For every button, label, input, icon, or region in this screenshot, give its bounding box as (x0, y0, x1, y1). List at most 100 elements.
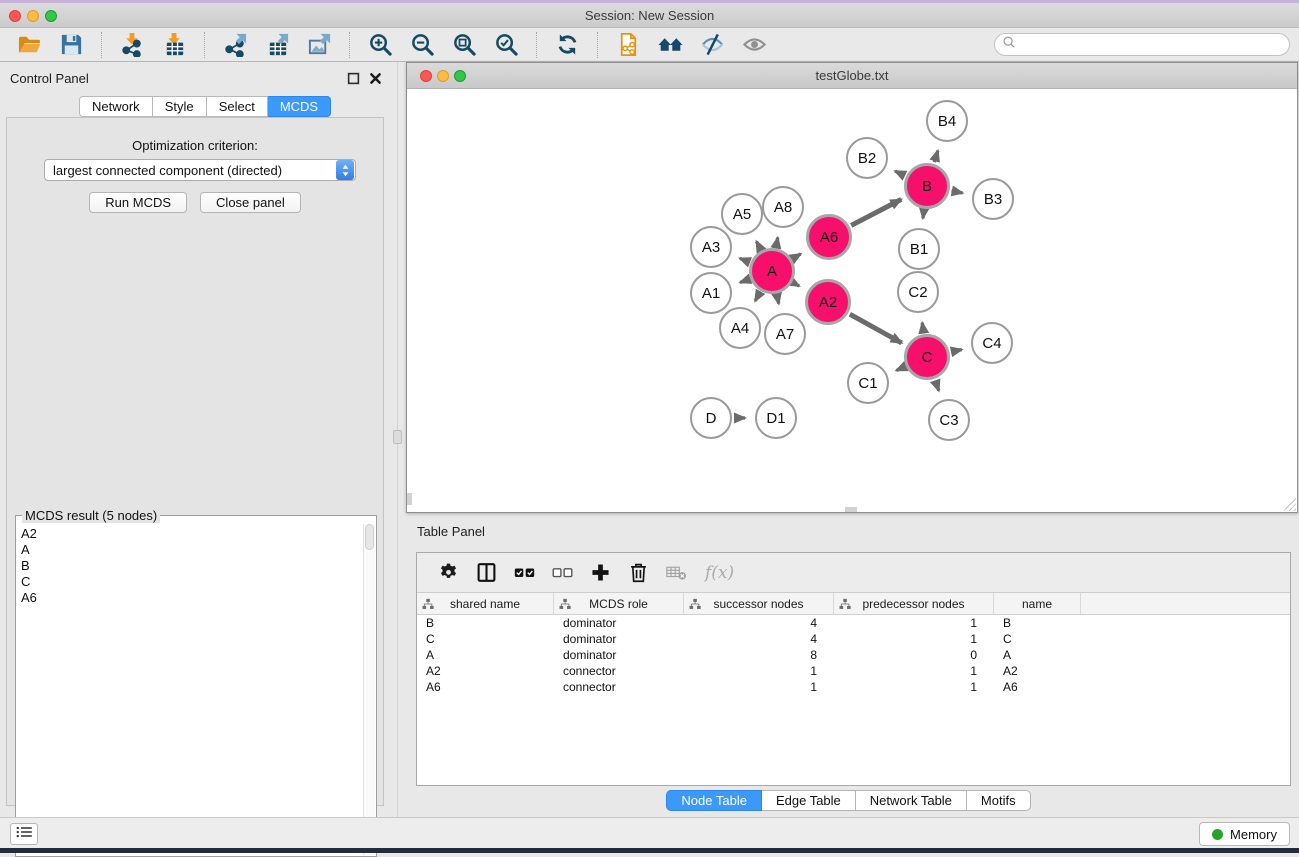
zoom-out-icon[interactable] (407, 30, 437, 60)
import-table-icon[interactable] (159, 30, 189, 60)
table-cell[interactable]: dominator (554, 631, 684, 647)
column-header-successor-nodes[interactable]: successor nodes (684, 593, 834, 614)
node-B2[interactable]: B2 (846, 137, 888, 179)
network-window-titlebar[interactable]: testGlobe.txt (407, 63, 1297, 89)
node-C2[interactable]: C2 (897, 271, 939, 313)
table-cell[interactable]: dominator (554, 615, 684, 631)
close-panel-button[interactable]: Close panel (200, 192, 301, 213)
edge-B-B1[interactable] (923, 211, 924, 218)
node-B3[interactable]: B3 (972, 178, 1014, 220)
node-D[interactable]: D (690, 397, 732, 439)
homes-icon[interactable] (655, 30, 685, 60)
split-panel-icon[interactable] (474, 561, 498, 585)
table-cell[interactable]: connector (554, 663, 684, 679)
mcds-result-item[interactable]: B (21, 558, 363, 574)
node-C4[interactable]: C4 (971, 322, 1013, 364)
column-header-shared-name[interactable]: shared name (417, 593, 554, 614)
deselect-all-checkboxes-icon[interactable] (550, 561, 574, 585)
node-B4[interactable]: B4 (926, 100, 968, 142)
edge-A-A6[interactable] (793, 254, 800, 258)
table-cell[interactable]: 1 (834, 631, 994, 647)
table-cell[interactable]: 1 (684, 679, 834, 695)
run-mcds-button[interactable]: Run MCDS (89, 192, 187, 213)
table-cell[interactable]: 4 (684, 615, 834, 631)
table-cell[interactable]: 1 (684, 663, 834, 679)
table-cell[interactable]: 8 (684, 647, 834, 663)
edge-A2-C[interactable] (850, 314, 902, 343)
tab-network-table[interactable]: Network Table (856, 790, 967, 811)
edge-A6-B[interactable] (851, 199, 901, 225)
network-view-window[interactable]: testGlobe.txt B4B2BB3A8A5A6A3B1AA1C2A2A4… (406, 62, 1298, 513)
edge-C-C1[interactable] (896, 367, 904, 370)
mcds-result-item[interactable]: A6 (21, 590, 363, 606)
node-A1[interactable]: A1 (690, 272, 732, 314)
column-header-MCDS-role[interactable]: MCDS role (554, 593, 684, 614)
add-column-icon[interactable] (588, 561, 612, 585)
delete-column-icon[interactable] (626, 561, 650, 585)
mcds-result-item[interactable]: C (21, 574, 363, 590)
edge-C-C4[interactable] (951, 350, 961, 352)
node-B[interactable]: B (904, 163, 950, 209)
canvas-hscroll-nub[interactable] (845, 507, 857, 512)
node-A[interactable]: A (749, 248, 795, 294)
tab-node-table[interactable]: Node Table (666, 790, 762, 811)
app-titlebar[interactable]: Session: New Session (0, 3, 1299, 28)
save-icon[interactable] (56, 30, 86, 60)
resize-grip[interactable] (1283, 498, 1296, 511)
node-A6[interactable]: A6 (806, 214, 852, 260)
table-cell[interactable]: A (417, 647, 554, 663)
zoom-selected-icon[interactable] (491, 30, 521, 60)
tab-network[interactable]: Network (79, 96, 153, 117)
edge-B-B4[interactable] (934, 151, 938, 162)
table-row[interactable]: Cdominator41C (417, 631, 1290, 647)
search-input[interactable] (994, 33, 1290, 56)
node-D1[interactable]: D1 (755, 397, 797, 439)
export-image-icon[interactable] (304, 30, 334, 60)
mcds-result-item[interactable]: A2 (21, 526, 363, 542)
table-cell[interactable]: connector (554, 679, 684, 695)
result-scrollbar[interactable] (363, 524, 375, 855)
edge-C-C3[interactable] (935, 381, 939, 391)
mcds-result-list[interactable]: A2ABCA6 (17, 524, 363, 855)
tab-motifs[interactable]: Motifs (967, 790, 1031, 811)
edge-B-B2[interactable] (895, 171, 904, 175)
settings-gear-icon[interactable] (436, 561, 460, 585)
table-cell[interactable]: A6 (994, 679, 1081, 695)
tab-select[interactable]: Select (207, 96, 268, 117)
table-row[interactable]: Adominator80A (417, 647, 1290, 663)
table-cell[interactable]: dominator (554, 647, 684, 663)
table-cell[interactable]: C (417, 631, 554, 647)
select-all-checkboxes-icon[interactable] (512, 561, 536, 585)
node-A5[interactable]: A5 (721, 193, 763, 235)
import-network-icon[interactable] (117, 30, 147, 60)
table-row[interactable]: Bdominator41B (417, 615, 1290, 631)
tab-edge-table[interactable]: Edge Table (762, 790, 856, 811)
optimization-criterion-select[interactable]: largest connected component (directed) (44, 159, 356, 181)
table-cell[interactable]: 4 (684, 631, 834, 647)
node-C3[interactable]: C3 (928, 399, 970, 441)
float-panel-icon[interactable] (347, 72, 360, 85)
table-cell[interactable]: B (417, 615, 554, 631)
refresh-icon[interactable] (552, 30, 582, 60)
node-A3[interactable]: A3 (690, 226, 732, 268)
network-canvas[interactable]: B4B2BB3A8A5A6A3B1AA1C2A2A4A7C4CC1C3DD1 (407, 89, 1297, 512)
node-A7[interactable]: A7 (764, 313, 806, 355)
table-cell[interactable]: A2 (994, 663, 1081, 679)
tab-style[interactable]: Style (153, 96, 207, 117)
open-folder-icon[interactable] (14, 30, 44, 60)
edge-A-A7[interactable] (777, 295, 779, 303)
column-header-predecessor-nodes[interactable]: predecessor nodes (834, 593, 994, 614)
tab-mcds[interactable]: MCDS (268, 96, 331, 117)
table-cell[interactable]: 0 (834, 647, 994, 663)
table-cell[interactable]: C (994, 631, 1081, 647)
show-panels-button[interactable] (10, 823, 38, 845)
node-C1[interactable]: C1 (847, 362, 889, 404)
edge-C-C2[interactable] (922, 323, 923, 333)
table-cell[interactable]: A2 (417, 663, 554, 679)
show-graphics-details-icon[interactable] (739, 30, 769, 60)
delete-table-icon[interactable] (664, 561, 688, 585)
hide-graphics-details-icon[interactable] (697, 30, 727, 60)
table-cell[interactable]: 1 (834, 663, 994, 679)
mcds-result-item[interactable]: A (21, 542, 363, 558)
table-row[interactable]: A2connector11A2 (417, 663, 1290, 679)
